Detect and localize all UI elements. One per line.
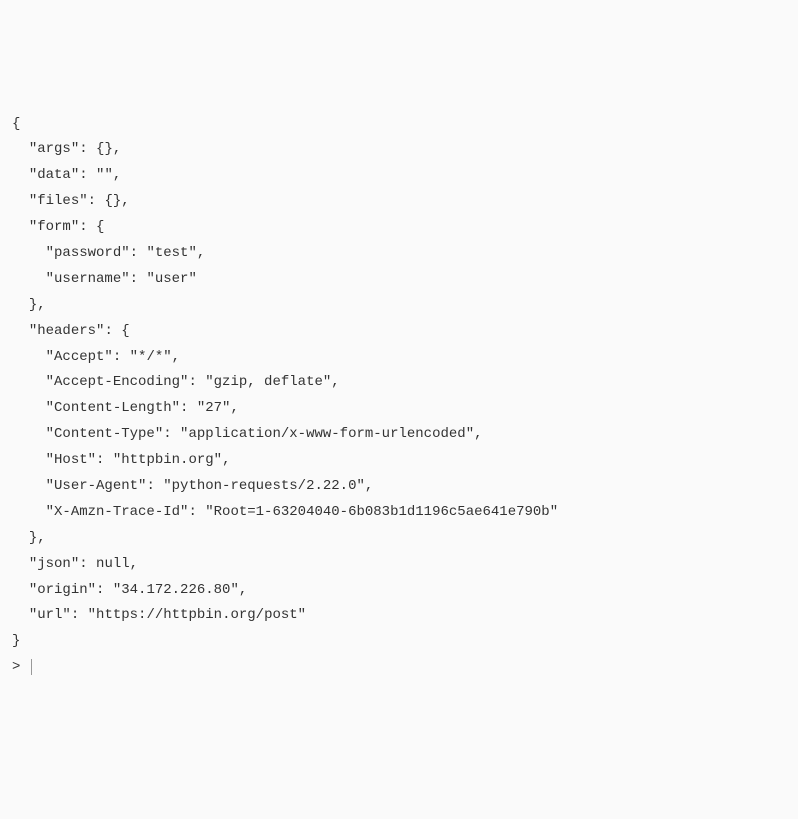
origin-value: "34.172.226.80"	[113, 582, 239, 598]
headers-trace-id-key: "X-Amzn-Trace-Id"	[46, 504, 189, 520]
cursor-icon	[31, 659, 32, 675]
headers-host-key: "Host"	[46, 452, 96, 468]
args-key: "args"	[29, 141, 79, 157]
data-value: ""	[96, 167, 113, 183]
headers-content-type-key: "Content-Type"	[46, 426, 164, 442]
headers-open-brace: {	[121, 323, 129, 339]
data-key: "data"	[29, 167, 79, 183]
files-value: {}	[104, 193, 121, 209]
headers-host-value: "httpbin.org"	[113, 452, 222, 468]
headers-close-brace: }	[29, 530, 37, 546]
url-key: "url"	[29, 607, 71, 623]
json-close-brace: }	[12, 633, 20, 649]
headers-accept-encoding-value: "gzip, deflate"	[205, 374, 331, 390]
headers-content-length-key: "Content-Length"	[46, 400, 180, 416]
headers-trace-id-value: "Root=1-63204040-6b083b1d1196c5ae641e790…	[205, 504, 558, 520]
headers-key: "headers"	[29, 323, 105, 339]
form-username-key: "username"	[46, 271, 130, 287]
headers-user-agent-key: "User-Agent"	[46, 478, 147, 494]
form-key: "form"	[29, 219, 79, 235]
headers-content-type-value: "application/x-www-form-urlencoded"	[180, 426, 474, 442]
headers-content-length-value: "27"	[197, 400, 231, 416]
form-close-brace: }	[29, 297, 37, 313]
form-open-brace: {	[96, 219, 104, 235]
origin-key: "origin"	[29, 582, 96, 598]
headers-accept-key: "Accept"	[46, 349, 113, 365]
form-password-key: "password"	[46, 245, 130, 261]
headers-accept-encoding-key: "Accept-Encoding"	[46, 374, 189, 390]
args-value: {}	[96, 141, 113, 157]
headers-accept-value: "*/*"	[130, 349, 172, 365]
json-key: "json"	[29, 556, 79, 572]
form-password-value: "test"	[146, 245, 196, 261]
json-value: null	[96, 556, 130, 572]
headers-user-agent-value: "python-requests/2.22.0"	[163, 478, 365, 494]
form-username-value: "user"	[146, 271, 196, 287]
files-key: "files"	[29, 193, 88, 209]
url-value: "https://httpbin.org/post"	[88, 607, 306, 623]
prompt-symbol[interactable]: >	[12, 659, 20, 675]
terminal-output: { "args": {}, "data": "", "files": {}, "…	[12, 112, 786, 682]
json-open-brace: {	[12, 116, 20, 132]
